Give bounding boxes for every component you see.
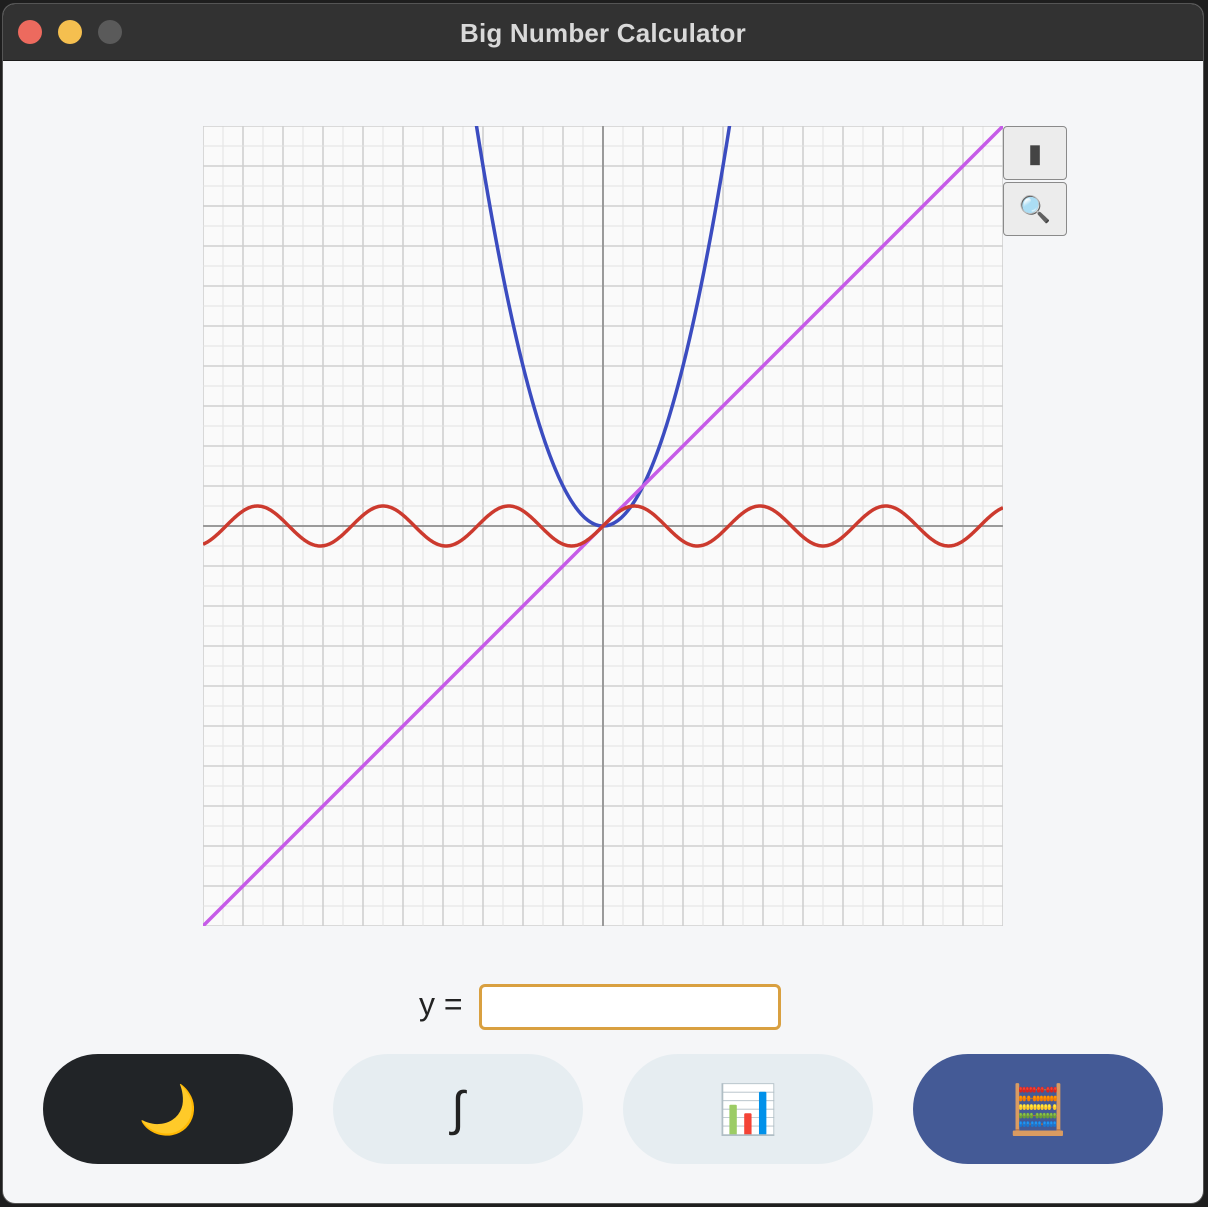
save-icon: ▮: [1027, 137, 1043, 168]
title-bar: Big Number Calculator: [3, 4, 1203, 61]
dark-mode-button[interactable]: 🌙: [43, 1054, 293, 1164]
integral-mode-button[interactable]: ∫: [333, 1054, 583, 1164]
formula-label: y =: [419, 986, 463, 1022]
magnifier-icon: 🔍: [1018, 193, 1052, 224]
save-graph-button[interactable]: ▮: [1003, 126, 1067, 180]
abacus-icon: 🧮: [1008, 1083, 1068, 1137]
chart-mode-button[interactable]: 📊: [623, 1054, 873, 1164]
abacus-mode-button[interactable]: 🧮: [913, 1054, 1163, 1164]
formula-input[interactable]: [479, 984, 781, 1030]
integral-icon: ∫: [451, 1082, 465, 1136]
graph-svg[interactable]: [203, 126, 1003, 926]
bar-chart-icon: 📊: [718, 1083, 778, 1137]
app-window: Big Number Calculator ▮ 🔍 y = 🌙 ∫ 📊 🧮: [3, 4, 1203, 1203]
window-title: Big Number Calculator: [460, 18, 746, 48]
zoom-button[interactable]: 🔍: [1003, 182, 1067, 236]
graph-canvas[interactable]: [203, 126, 1003, 926]
moon-icon: 🌙: [138, 1083, 198, 1137]
